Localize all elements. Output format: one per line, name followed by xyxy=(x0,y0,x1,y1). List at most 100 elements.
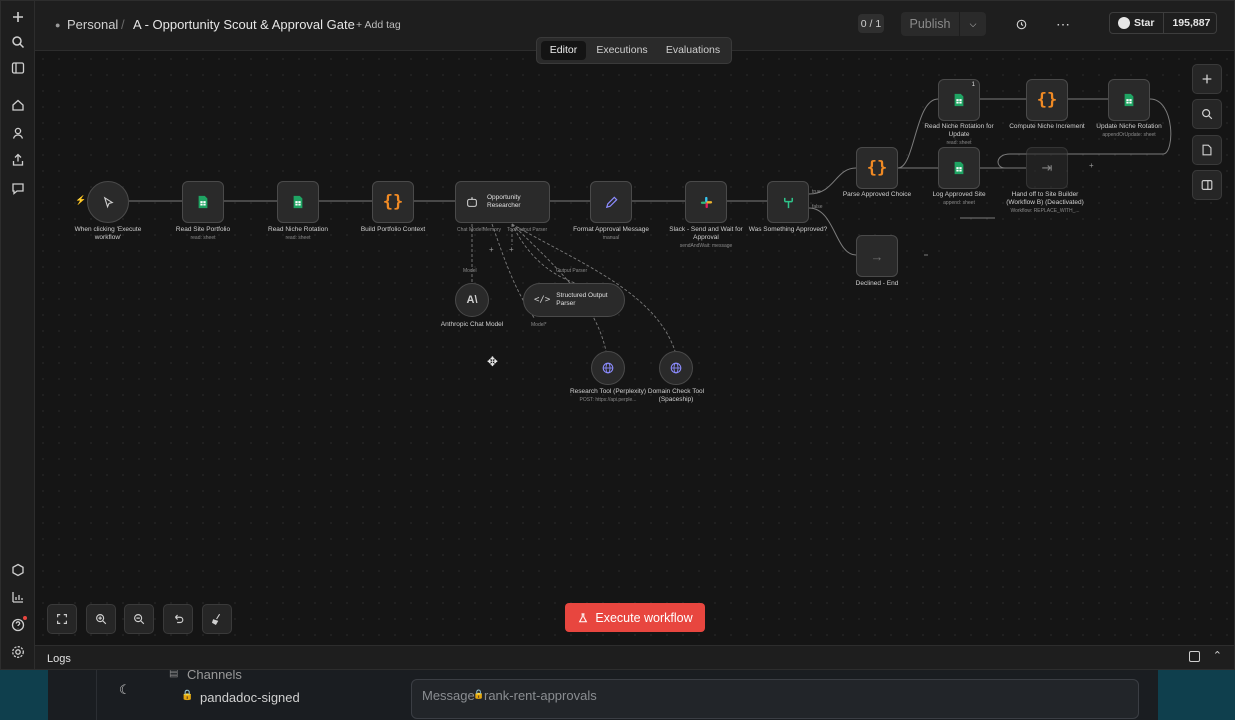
execute-workflow-label: Execute workflow xyxy=(595,610,693,625)
help-icon[interactable] xyxy=(10,616,27,633)
channels-section-label[interactable]: Channels xyxy=(187,670,242,682)
node-slack-send-and-wait[interactable] xyxy=(685,181,727,223)
lock-icon: 🔒 xyxy=(473,689,485,699)
ellipsis-icon: ⋯ xyxy=(1056,15,1070,32)
execute-workflow-button[interactable]: Execute workflow xyxy=(565,603,705,632)
message-placeholder: Message xyxy=(422,688,475,703)
label-text: Log Approved Site xyxy=(932,191,986,198)
add-node-plus[interactable]: + xyxy=(1089,161,1094,170)
node-read-site-portfolio[interactable] xyxy=(182,181,224,223)
channels-icon: ▤ xyxy=(169,670,179,679)
move-cursor-icon: ✥ xyxy=(487,354,498,369)
undo-button[interactable] xyxy=(163,604,193,634)
insights-icon[interactable] xyxy=(10,589,26,605)
workflow-canvas[interactable]: ⚡ When clicking 'Execute workflow' Read … xyxy=(35,51,1234,645)
user-icon[interactable] xyxy=(10,125,26,141)
google-sheets-icon xyxy=(954,93,964,107)
connection-wires xyxy=(129,98,1172,352)
channel-pandadoc-signed[interactable]: pandadoc-signed xyxy=(200,690,300,705)
node-research-tool-perplexity[interactable] xyxy=(591,351,625,385)
logs-bar[interactable]: Logs ⌃ xyxy=(35,645,1234,669)
node-read-niche-rotation[interactable] xyxy=(277,181,319,223)
node-label-parse-choice: Parse Approved Choice xyxy=(842,191,912,198)
cursor-click-icon xyxy=(103,196,114,208)
globe-icon xyxy=(602,362,614,374)
breadcrumb-project[interactable]: Personal xyxy=(67,17,118,32)
templates-icon[interactable] xyxy=(10,562,26,578)
search-icon[interactable] xyxy=(10,34,26,50)
node-label-read-niche-update: Read Niche Rotation for Update read: shee… xyxy=(917,123,1001,147)
publish-button[interactable]: Publish xyxy=(901,12,959,36)
flask-icon xyxy=(579,612,588,622)
node-update-niche-rotation[interactable] xyxy=(1108,79,1150,121)
label-sub: manual xyxy=(602,235,620,241)
node-parse-approved-choice[interactable]: {} xyxy=(856,147,898,189)
history-icon xyxy=(1016,19,1026,29)
version-counter: 0 / 1 xyxy=(858,14,884,33)
sticky-note-button[interactable] xyxy=(1192,135,1222,165)
node-opportunity-researcher[interactable]: Opportunity Researcher xyxy=(455,181,550,223)
github-icon xyxy=(1118,17,1130,29)
node-label-anthropic: Anthropic Chat Model xyxy=(440,321,504,328)
search-icon xyxy=(1202,109,1213,120)
popout-icon[interactable] xyxy=(1189,651,1200,662)
tidy-up-button[interactable] xyxy=(202,604,232,634)
chevron-down-icon: ⌵ xyxy=(969,18,977,29)
ai-agent-icon xyxy=(467,197,477,207)
history-button[interactable] xyxy=(1008,14,1034,34)
notification-dot xyxy=(23,616,27,620)
tab-editor[interactable]: Editor xyxy=(541,41,586,60)
code-tag-icon: </> xyxy=(534,295,551,305)
pencil-icon xyxy=(605,195,618,208)
tab-evaluations[interactable]: Evaluations xyxy=(661,41,725,60)
side-panel-button[interactable] xyxy=(1192,170,1222,200)
google-sheets-icon xyxy=(1124,93,1134,107)
slack-icon xyxy=(700,196,712,208)
share-icon[interactable] xyxy=(10,152,26,168)
node-compute-niche-increment[interactable]: {} xyxy=(1026,79,1068,121)
plus-icon[interactable] xyxy=(10,9,26,25)
settings-icon[interactable] xyxy=(10,644,26,660)
slack-main: Message 🔒 rank-rent-approvals xyxy=(394,670,1158,720)
fit-view-button[interactable] xyxy=(47,604,77,634)
connector-label-tool: Tool xyxy=(507,227,517,233)
node-format-approval-message[interactable] xyxy=(590,181,632,223)
home-icon[interactable] xyxy=(10,97,26,113)
node-structured-output-parser[interactable]: </> Structured Output Parser xyxy=(523,283,625,317)
node-label-format-approval: Format Approval Message manual xyxy=(569,226,653,242)
add-tag-button[interactable]: + Add tag xyxy=(356,19,401,31)
chat-icon[interactable] xyxy=(10,180,26,196)
node-anthropic-chat-model[interactable]: A\ xyxy=(455,283,489,317)
node-label-log-site: Log Approved Site append: sheet xyxy=(917,191,1001,207)
node-label-read-site-portfolio: Read Site Portfolio read: sheet xyxy=(161,226,245,242)
note-icon xyxy=(1202,144,1212,156)
node-log-approved-site[interactable] xyxy=(938,147,980,189)
moon-icon[interactable]: ☾ xyxy=(119,682,131,698)
node-build-portfolio-context[interactable]: {} xyxy=(372,181,414,223)
node-domain-check-tool[interactable] xyxy=(659,351,693,385)
workflow-title[interactable]: A - Opportunity Scout & Approval Gate xyxy=(133,17,355,32)
add-node-button[interactable] xyxy=(1192,64,1222,94)
tab-executions[interactable]: Executions xyxy=(592,41,652,60)
more-options-button[interactable]: ⋯ xyxy=(1050,14,1076,34)
search-nodes-button[interactable] xyxy=(1192,99,1222,129)
node-read-niche-rotation-update[interactable]: 1 xyxy=(938,79,980,121)
chevron-up-icon[interactable]: ⌃ xyxy=(1213,649,1222,662)
node-manual-trigger[interactable] xyxy=(87,181,129,223)
message-input[interactable]: Message 🔒 rank-rent-approvals xyxy=(411,679,1139,719)
label-text: Read Niche Rotation for Update xyxy=(924,123,994,138)
panel-toggle-icon[interactable] xyxy=(10,60,26,76)
github-star-button[interactable]: Star 195,887 xyxy=(1109,12,1217,34)
add-tool-plus[interactable]: + xyxy=(509,245,514,254)
zoom-out-button[interactable] xyxy=(124,604,154,634)
run-count-badge: 1 xyxy=(971,82,975,88)
node-hand-off-site-builder[interactable]: ⇥ xyxy=(1026,147,1068,189)
undo-icon xyxy=(174,614,184,624)
node-declined-end[interactable]: → xyxy=(856,235,898,277)
add-memory-plus[interactable]: + xyxy=(489,245,494,254)
publish-options-button[interactable]: ⌵ xyxy=(960,12,986,36)
node-was-something-approved[interactable] xyxy=(767,181,809,223)
zoom-in-button[interactable] xyxy=(86,604,116,634)
panel-icon xyxy=(1201,180,1213,190)
connector-label-output-parser: Output Parser xyxy=(516,227,548,233)
